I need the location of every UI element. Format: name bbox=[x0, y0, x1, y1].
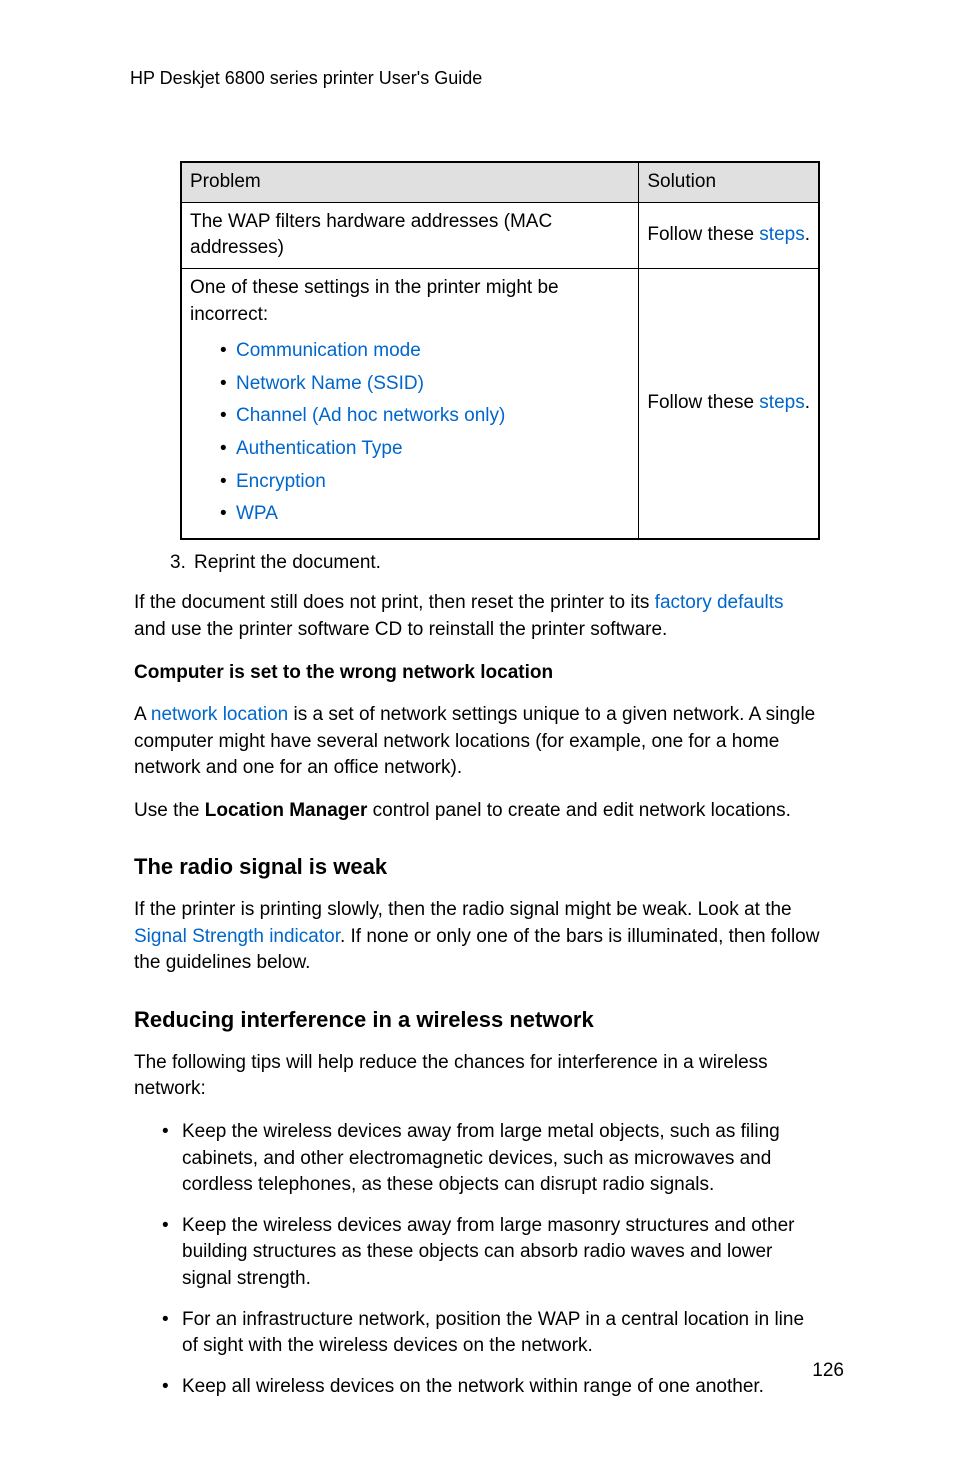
tips-list: Keep the wireless devices away from larg… bbox=[134, 1119, 820, 1400]
table-header-problem: Problem bbox=[181, 162, 639, 202]
reset-paragraph: If the document still does not print, th… bbox=[134, 590, 820, 643]
auth-type-link[interactable]: Authentication Type bbox=[236, 438, 403, 459]
table-row: One of these settings in the printer mig… bbox=[181, 268, 819, 538]
table-header-solution: Solution bbox=[639, 162, 819, 202]
step-marker: 3. bbox=[170, 550, 194, 577]
ssid-link[interactable]: Network Name (SSID) bbox=[236, 373, 424, 394]
list-item: Keep the wireless devices away from larg… bbox=[162, 1213, 820, 1293]
wpa-link[interactable]: WPA bbox=[236, 503, 278, 524]
step-text: Reprint the document. bbox=[194, 552, 381, 573]
page-number: 126 bbox=[812, 1358, 844, 1385]
list-item: Keep all wireless devices on the network… bbox=[162, 1374, 820, 1401]
location-manager-paragraph: Use the Location Manager control panel t… bbox=[134, 798, 820, 825]
settings-intro: One of these settings in the printer mig… bbox=[190, 275, 630, 328]
steps-link[interactable]: steps bbox=[759, 224, 804, 245]
tips-intro: The following tips will help reduce the … bbox=[134, 1050, 820, 1103]
problem-cell: The WAP filters hardware addresses (MAC … bbox=[181, 202, 639, 268]
location-manager-bold: Location Manager bbox=[205, 800, 368, 821]
factory-defaults-link[interactable]: factory defaults bbox=[655, 592, 784, 613]
list-item: Keep the wireless devices away from larg… bbox=[162, 1119, 820, 1199]
radio-signal-heading: The radio signal is weak bbox=[134, 852, 820, 883]
problem-cell: One of these settings in the printer mig… bbox=[181, 268, 639, 538]
encryption-link[interactable]: Encryption bbox=[236, 471, 326, 492]
document-header: HP Deskjet 6800 series printer User's Gu… bbox=[130, 66, 820, 91]
signal-strength-link[interactable]: Signal Strength indicator bbox=[134, 926, 340, 947]
steps-link[interactable]: steps bbox=[759, 392, 804, 413]
step-3: 3.Reprint the document. bbox=[170, 550, 820, 577]
channel-link[interactable]: Channel (Ad hoc networks only) bbox=[236, 405, 505, 426]
solution-cell: Follow these steps. bbox=[639, 268, 819, 538]
list-item: For an infrastructure network, position … bbox=[162, 1307, 820, 1360]
reducing-interference-heading: Reducing interference in a wireless netw… bbox=[134, 1005, 820, 1036]
wrong-location-heading: Computer is set to the wrong network loc… bbox=[134, 660, 820, 687]
solution-cell: Follow these steps. bbox=[639, 202, 819, 268]
problem-solution-table: Problem Solution The WAP filters hardwar… bbox=[180, 161, 820, 540]
signal-paragraph: If the printer is printing slowly, then … bbox=[134, 897, 820, 977]
communication-mode-link[interactable]: Communication mode bbox=[236, 340, 421, 361]
network-location-paragraph: A network location is a set of network s… bbox=[134, 702, 820, 782]
settings-list: Communication mode Network Name (SSID) C… bbox=[190, 338, 630, 528]
network-location-link[interactable]: network location bbox=[151, 704, 288, 725]
table-row: The WAP filters hardware addresses (MAC … bbox=[181, 202, 819, 268]
